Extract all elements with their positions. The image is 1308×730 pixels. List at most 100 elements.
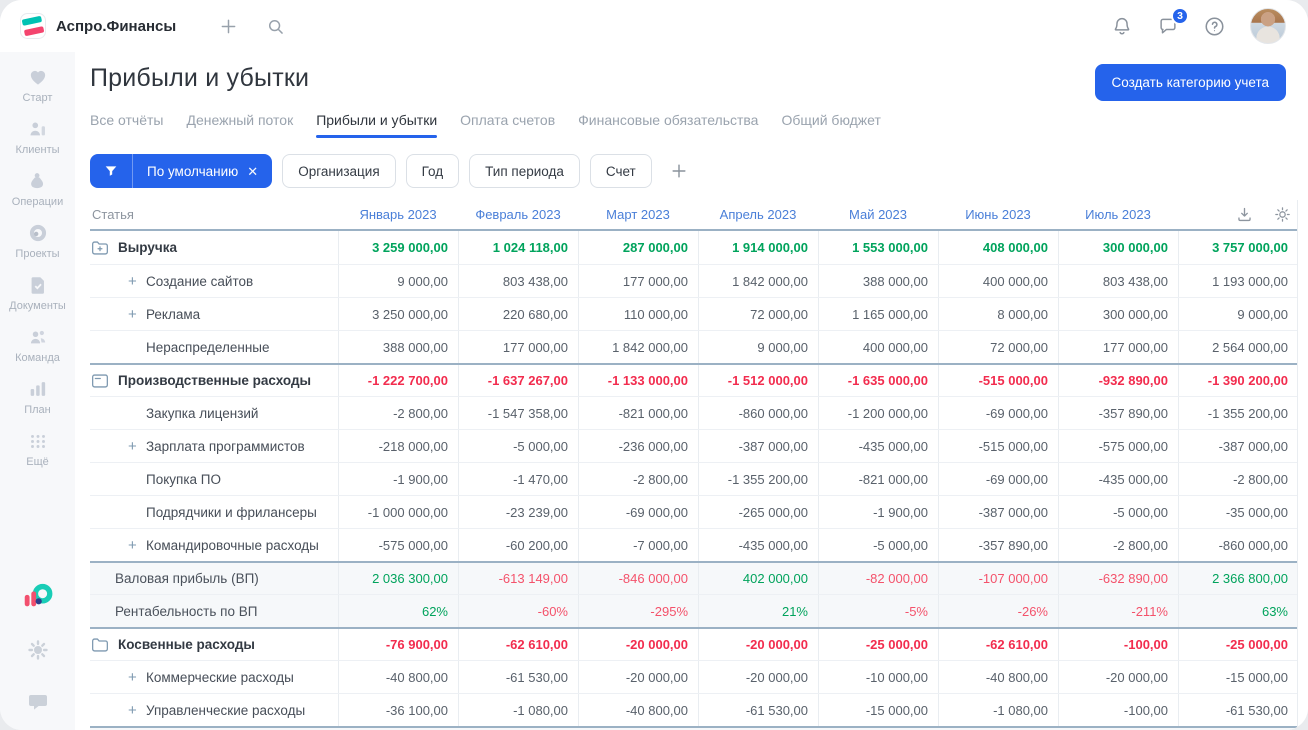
column-header-month[interactable]: Февраль 2023 [458,207,578,222]
row-label-child[interactable]: + Создание сайтов [90,265,338,297]
row-label-text: Покупка ПО [146,471,221,487]
cell-value: -1 200 000,00 [818,397,938,429]
tab[interactable]: Финансовые обязательства [578,112,758,138]
export-button[interactable] [1235,205,1254,224]
brand[interactable]: Аспро.Финансы [20,13,176,39]
filter-chips: Организация Год Тип периода Счет [282,154,652,188]
feedback-button[interactable] [26,690,50,714]
cell-value: -435 000,00 [1058,463,1178,495]
cell-value: 72 000,00 [938,331,1058,363]
expand-icon[interactable]: + [128,702,146,719]
tab[interactable]: Денежный поток [186,112,293,138]
search-button[interactable] [265,16,286,37]
sidebar-item-plan[interactable]: План [0,377,75,416]
row-label-text: Нераспределенные [146,339,270,355]
row-label-text: Закупка лицензий [146,405,259,421]
column-header-month[interactable]: Март 2023 [578,207,698,222]
row-label-child[interactable]: + Зарплата программистов [90,430,338,462]
cell-value: -69 000,00 [938,397,1058,429]
table-settings-button[interactable] [1273,205,1292,224]
sidebar-item-team[interactable]: Команда [0,325,75,364]
cell-value: -100,00 [1058,694,1178,726]
table-row: + Зарплата программистов -218 000,00 -5 000… [90,429,1297,462]
create-category-button[interactable]: Создать категорию учета [1094,64,1286,101]
cell-value: -575 000,00 [1058,430,1178,462]
row-label-text: Управленческие расходы [146,702,306,718]
expand-icon[interactable]: + [128,273,146,290]
expand-icon[interactable]: + [128,438,146,455]
cell-value: 177 000,00 [458,331,578,363]
row-label-section[interactable]: Выручка [90,231,338,264]
row-label-child[interactable]: + Командировочные расходы [90,529,338,561]
row-label-child[interactable]: +Подрядчики и фрилансеры [90,496,338,528]
sidebar-item-projects[interactable]: Проекты [0,221,75,260]
row-label-child[interactable]: + Реклама [90,298,338,330]
cell-value: 72 000,00 [698,298,818,330]
row-label-text: Косвенные расходы [118,637,255,652]
filter-chip[interactable]: Организация [282,154,396,188]
sidebar-item-label: Проекты [15,248,60,260]
sidebar-item-operations[interactable]: Операции [0,169,75,208]
sidebar-item-documents[interactable]: Документы [0,273,75,312]
table-tools [1178,205,1298,224]
cell-value: -69 000,00 [938,463,1058,495]
filter-chip[interactable]: Счет [589,154,652,188]
column-header-article: Статья [92,207,134,222]
notifications-button[interactable] [1111,15,1133,37]
column-header-month[interactable]: Январь 2023 [338,207,458,222]
row-label-section[interactable]: Производственные расходы [90,365,338,396]
settings-button[interactable] [26,638,50,662]
app-color-logo[interactable] [23,582,53,610]
cell-value: -846 000,00 [578,563,698,594]
add-filter-button[interactable] [669,161,689,181]
row-label-child[interactable]: +Покупка ПО [90,463,338,495]
column-header-month[interactable]: Июнь 2023 [938,207,1058,222]
cell-value: 1 914 000,00 [698,231,818,264]
sidebar-item-start[interactable]: Старт [0,65,75,104]
plus-icon [672,164,686,178]
cell-value: -20 000,00 [1058,661,1178,693]
expand-icon[interactable]: + [128,306,146,323]
help-button[interactable] [1203,15,1226,38]
cell-value: -5 000,00 [818,529,938,561]
user-avatar[interactable] [1250,8,1286,44]
tab[interactable]: Общий бюджет [781,112,880,138]
filter-chip[interactable]: Год [405,154,460,188]
search-icon [269,19,283,34]
active-filter-button[interactable]: По умолчанию ✕ [90,154,273,188]
cell-value: -7 000,00 [578,529,698,561]
cell-value: 62% [338,595,458,627]
chat-bubble-icon [28,695,47,710]
sidebar-item-clients[interactable]: Клиенты [0,117,75,156]
sidebar-item-label: Операции [11,196,64,208]
remove-filter-icon[interactable]: ✕ [247,165,258,178]
cell-value: -62 610,00 [938,629,1058,660]
row-label-section[interactable]: Косвенные расходы [90,629,338,660]
app-window: Аспро.Финансы 3 Старт Клиенты Операции П… [0,0,1308,730]
cell-value: -1 390 200,00 [1178,365,1298,396]
cell-value: -2 800,00 [578,463,698,495]
filter-chip[interactable]: Тип периода [469,154,580,188]
cell-value: -35 000,00 [1178,496,1298,528]
tab[interactable]: Прибыли и убытки [316,112,437,138]
cell-value: -1 080,00 [458,694,578,726]
messages-button[interactable]: 3 [1157,7,1189,37]
row-label-child[interactable]: +Закупка лицензий [90,397,338,429]
sidebar-item-more[interactable]: Ещё [0,429,75,468]
column-header-month[interactable]: Май 2023 [818,207,938,222]
cell-value: 8 000,00 [938,298,1058,330]
column-header-month[interactable]: Июль 2023 [1058,207,1178,222]
row-label-child[interactable]: +Нераспределенные [90,331,338,363]
cell-value: 3 250 000,00 [338,298,458,330]
table-body: Выручка 3 259 000,00 1 024 118,00 287 000,0… [90,231,1297,726]
column-header-month[interactable]: Апрель 2023 [698,207,818,222]
tab[interactable]: Оплата счетов [460,112,555,138]
add-button[interactable] [218,16,239,37]
expand-icon[interactable]: + [128,669,146,686]
cell-value: -2 800,00 [1178,463,1298,495]
expand-icon[interactable]: + [128,537,146,554]
tab[interactable]: Все отчёты [90,112,163,138]
row-label-child[interactable]: + Управленческие расходы [90,694,338,726]
folder-plus-icon [91,240,109,256]
row-label-child[interactable]: + Коммерческие расходы [90,661,338,693]
